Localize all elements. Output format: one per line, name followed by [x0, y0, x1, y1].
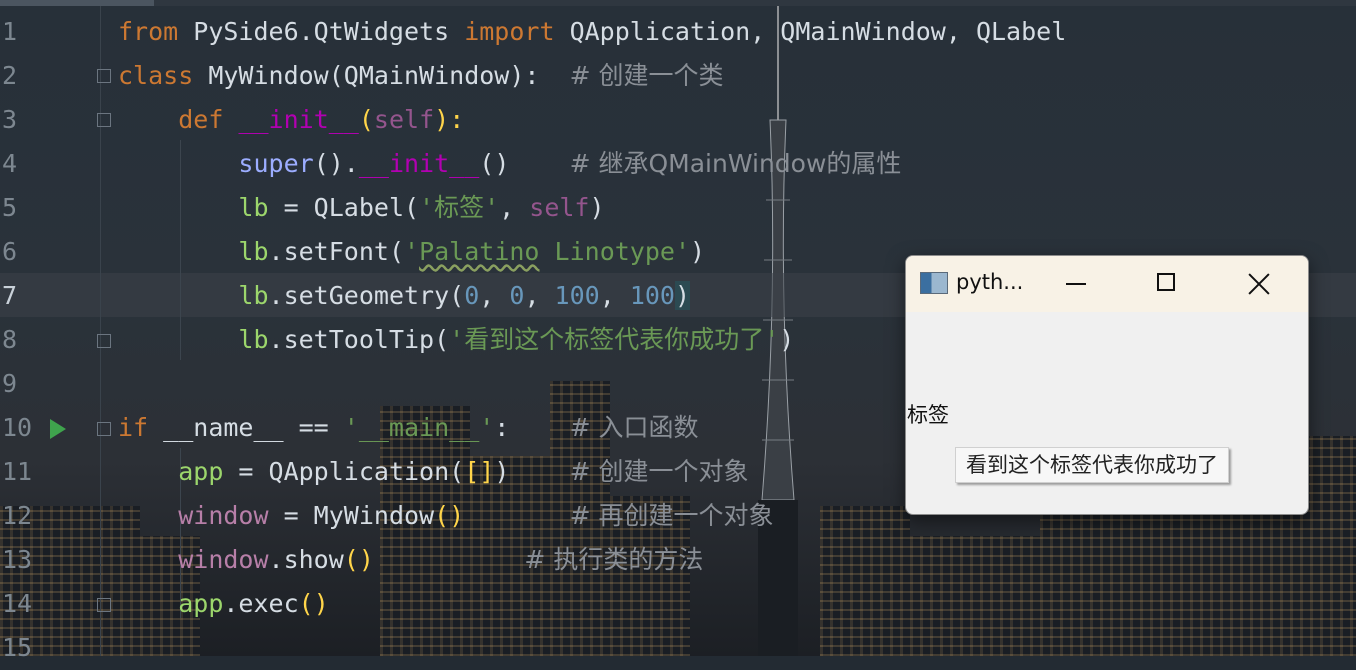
code-line-11[interactable]: app = QApplication([]) # 创建一个对象: [118, 450, 748, 494]
window-title-bar[interactable]: pyth...: [906, 256, 1308, 312]
window-title: pyth...: [956, 270, 1024, 294]
label-widget: 标签: [907, 403, 949, 427]
close-icon: [1247, 272, 1271, 296]
code-line-7[interactable]: lb.setGeometry(0, 0, 100, 100): [118, 274, 691, 318]
tooltip: 看到这个标签代表你成功了: [955, 447, 1229, 483]
minimize-button[interactable]: [1030, 256, 1120, 312]
code-line-10[interactable]: if __name__ == '__main__': # 入口函数: [118, 406, 698, 450]
code-line-13[interactable]: window.show() # 执行类的方法: [118, 538, 703, 582]
qt-main-window[interactable]: pyth... 标签 看到这个标签代表你成功了: [905, 255, 1309, 515]
close-button[interactable]: [1216, 256, 1306, 312]
code-line-3[interactable]: def __init__(self):: [118, 98, 464, 142]
code-line-1[interactable]: from PySide6.QtWidgets import QApplicati…: [118, 10, 1066, 54]
line-number: 15: [2, 633, 33, 662]
maximize-button[interactable]: [1120, 256, 1210, 312]
code-line-14[interactable]: app.exec(): [118, 582, 329, 626]
code-line-4[interactable]: super().__init__() # 继承QMainWindow的属性: [118, 142, 901, 186]
editor-tab-bar: [0, 0, 1356, 6]
code-line-5[interactable]: lb = QLabel('标签', self): [118, 186, 604, 230]
minimize-icon: [1066, 283, 1086, 285]
code-line-6[interactable]: lb.setFont('Palatino Linotype'): [118, 230, 705, 274]
app-icon: [920, 272, 948, 294]
code-line-8[interactable]: lb.setToolTip('看到这个标签代表你成功了'): [118, 318, 794, 362]
code-line-12[interactable]: window = MyWindow() # 再创建一个对象: [118, 494, 773, 538]
line-number: 9: [2, 369, 18, 398]
maximize-icon: [1157, 273, 1175, 291]
code-line-2[interactable]: class MyWindow(QMainWindow): # 创建一个类: [118, 54, 723, 98]
